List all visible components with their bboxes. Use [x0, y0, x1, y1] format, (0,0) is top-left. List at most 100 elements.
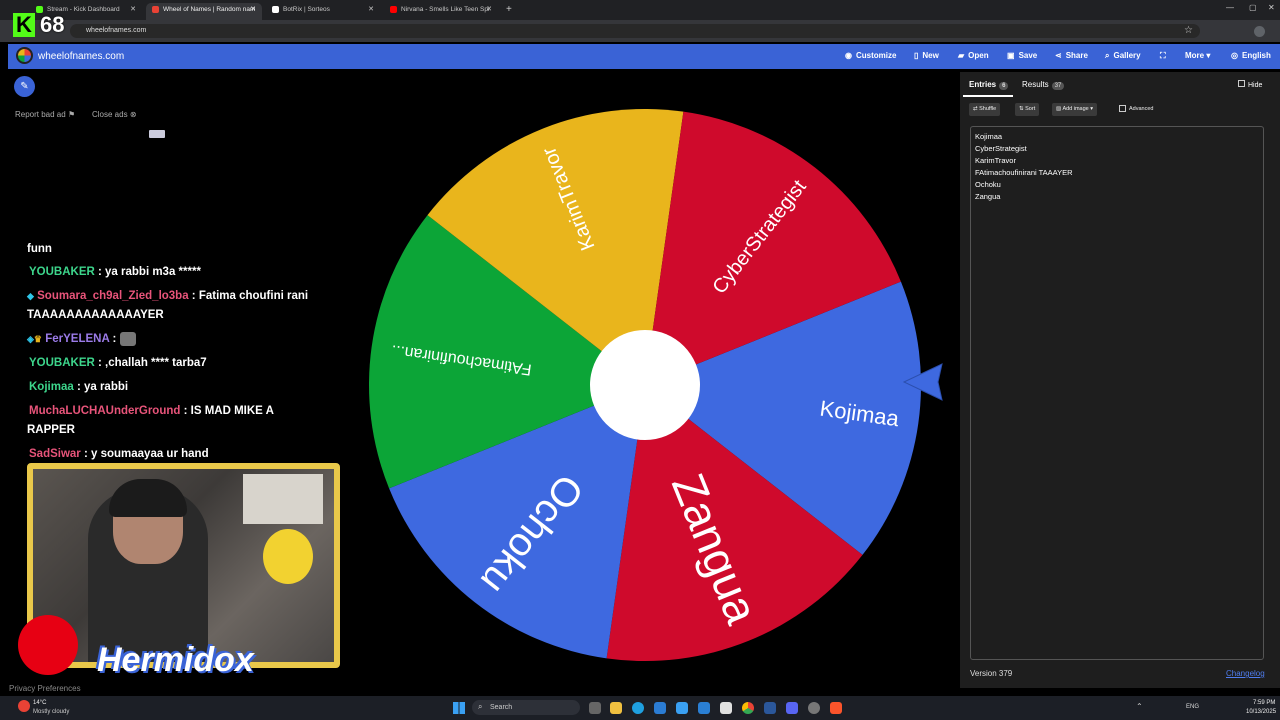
- taskbar-search[interactable]: Search: [472, 700, 580, 715]
- weather-desc: Mostly cloudy: [33, 709, 70, 715]
- close-window-button[interactable]: ✕: [1268, 3, 1275, 12]
- chat-username: MuchaLUCHAUnderGround: [29, 405, 181, 417]
- save-button[interactable]: ▣ Save: [1007, 50, 1037, 62]
- close-ads-link[interactable]: Close ads ⊗: [92, 110, 137, 119]
- chat-message: funn: [27, 240, 317, 259]
- chat-text: : ,challah **** tarba7: [94, 357, 207, 369]
- entries-textarea[interactable]: [970, 126, 1264, 660]
- brave-icon[interactable]: [830, 702, 842, 714]
- url-field[interactable]: wheelofnames.com: [70, 24, 1200, 38]
- app-icon[interactable]: [808, 702, 820, 714]
- weather-icon[interactable]: [18, 700, 30, 712]
- crown-icon: ♛: [33, 334, 42, 344]
- browser-tab[interactable]: Wheel of Names | Random nam ✕: [146, 3, 262, 20]
- store-icon[interactable]: [654, 702, 666, 714]
- minimize-button[interactable]: —: [1226, 3, 1234, 12]
- checkbox-icon: [1238, 80, 1245, 87]
- system-tray-chevron-icon[interactable]: ⌃: [1136, 702, 1143, 711]
- more-button[interactable]: More ▾: [1185, 50, 1210, 62]
- fullscreen-button[interactable]: ⛶: [1160, 50, 1170, 62]
- edge-icon[interactable]: [632, 702, 644, 714]
- windows-start-icon[interactable]: [453, 702, 465, 714]
- weather-temp: 14°C: [33, 700, 47, 706]
- pencil-icon: ✎: [20, 81, 29, 92]
- file-explorer-icon[interactable]: [610, 702, 622, 714]
- gallery-button[interactable]: ⌕ Gallery: [1105, 50, 1141, 62]
- bookmark-star-icon[interactable]: ☆: [1184, 25, 1193, 36]
- new-tab-button[interactable]: +: [506, 4, 512, 15]
- profile-avatar[interactable]: [1254, 26, 1265, 37]
- clock-time[interactable]: 7:59 PM: [1253, 700, 1275, 706]
- entries-count-badge: 6: [999, 82, 1009, 90]
- app-icon[interactable]: [676, 702, 688, 714]
- image-icon: ▨: [1056, 106, 1062, 112]
- share-icon: ⋖: [1055, 51, 1062, 60]
- report-ad-link[interactable]: Report bad ad ⚑: [15, 110, 75, 119]
- language-button[interactable]: ◎ English: [1231, 50, 1271, 62]
- new-button[interactable]: ▯ New: [914, 50, 939, 62]
- checkbox-icon: [1119, 105, 1126, 113]
- chat-username: Kojimaa: [29, 381, 74, 393]
- discord-icon[interactable]: [786, 702, 798, 714]
- ad-info-icon[interactable]: [149, 130, 165, 138]
- folder-icon: ▰: [958, 51, 965, 60]
- site-name[interactable]: wheelofnames.com: [38, 51, 124, 62]
- version-text: Version 379: [970, 669, 1013, 678]
- tab-label: Wheel of Names | Random nam: [163, 6, 256, 13]
- language-label: English: [1241, 51, 1271, 60]
- close-icon[interactable]: ✕: [486, 3, 492, 17]
- advanced-checkbox[interactable]: Advanced: [1119, 105, 1153, 113]
- chat-message: ◈♛ FerYELENA :: [27, 330, 317, 349]
- url-text: wheelofnames.com: [86, 27, 147, 34]
- shuffle-button[interactable]: ⇄ Shuffle: [969, 103, 1001, 116]
- sort-icon: ⇅: [1019, 106, 1024, 112]
- chrome-icon[interactable]: [742, 702, 754, 714]
- app-icon[interactable]: [720, 702, 732, 714]
- language-indicator[interactable]: ENG: [1186, 704, 1199, 710]
- sort-button[interactable]: ⇅ Sort: [1015, 103, 1040, 116]
- wheel-pointer-icon: [902, 363, 943, 401]
- tab-results[interactable]: Results 37: [1022, 80, 1065, 90]
- maximize-button[interactable]: ▢: [1249, 3, 1257, 12]
- tab-label: Nirvana - Smells Like Teen Spi: [401, 6, 490, 13]
- wheel-center-hub[interactable]: [590, 330, 700, 440]
- customize-button[interactable]: ◉ Customize: [845, 50, 896, 62]
- shuffle-icon: ⇄: [973, 106, 978, 112]
- chevron-down-icon: ▾: [1090, 106, 1094, 112]
- globe-icon: ◎: [1231, 51, 1238, 60]
- entry-line: Ochoku: [975, 180, 1001, 189]
- open-button[interactable]: ▰ Open: [958, 50, 989, 62]
- chat-message: YOUBAKER : ya rabbi m3a *****: [29, 263, 319, 282]
- privacy-link[interactable]: Privacy Preferences: [9, 684, 81, 693]
- task-view-icon[interactable]: [589, 702, 601, 714]
- site-logo-icon[interactable]: [16, 47, 33, 64]
- chevron-down-icon: ▾: [1206, 51, 1211, 60]
- chat-username: YOUBAKER: [29, 357, 95, 369]
- close-icon[interactable]: ✕: [368, 3, 374, 17]
- botrix-favicon-icon: [272, 5, 279, 13]
- entry-line: Kojimaa: [975, 132, 1003, 141]
- search-placeholder: Search: [490, 704, 513, 711]
- share-label: Share: [1065, 51, 1088, 60]
- wheel-of-names[interactable]: KojimaaZanguaOchokuFAtimachoufiniran...K…: [360, 100, 930, 670]
- browser-tab[interactable]: Nirvana - Smells Like Teen Spi ✕: [384, 3, 498, 20]
- add-image-button[interactable]: ▨ Add image ▾: [1052, 103, 1098, 116]
- edit-fab-button[interactable]: ✎: [14, 76, 35, 97]
- clock-date[interactable]: 10/13/2025: [1246, 709, 1276, 715]
- app-icon[interactable]: [698, 702, 710, 714]
- tab-entries[interactable]: Entries 6: [969, 80, 1009, 90]
- word-icon[interactable]: [764, 702, 776, 714]
- changelog-link[interactable]: Changelog: [1226, 669, 1265, 678]
- file-icon: ▯: [914, 51, 919, 60]
- share-button[interactable]: ⋖ Share: [1055, 50, 1088, 62]
- hide-toggle[interactable]: Hide: [1238, 80, 1262, 91]
- close-icon[interactable]: ✕: [130, 3, 136, 17]
- new-label: New: [922, 51, 939, 60]
- chat-text: :: [109, 333, 120, 345]
- entry-line: FAtimachoufinirani TAAAYER: [975, 168, 1073, 177]
- chat-text: : y soumaayaa ur hand: [80, 448, 209, 460]
- browser-tab[interactable]: BotRix | Sorteos ✕: [266, 3, 380, 20]
- flag-icon: ⚑: [67, 110, 76, 119]
- close-icon[interactable]: ✕: [250, 3, 256, 17]
- advanced-label: Advanced: [1129, 106, 1154, 112]
